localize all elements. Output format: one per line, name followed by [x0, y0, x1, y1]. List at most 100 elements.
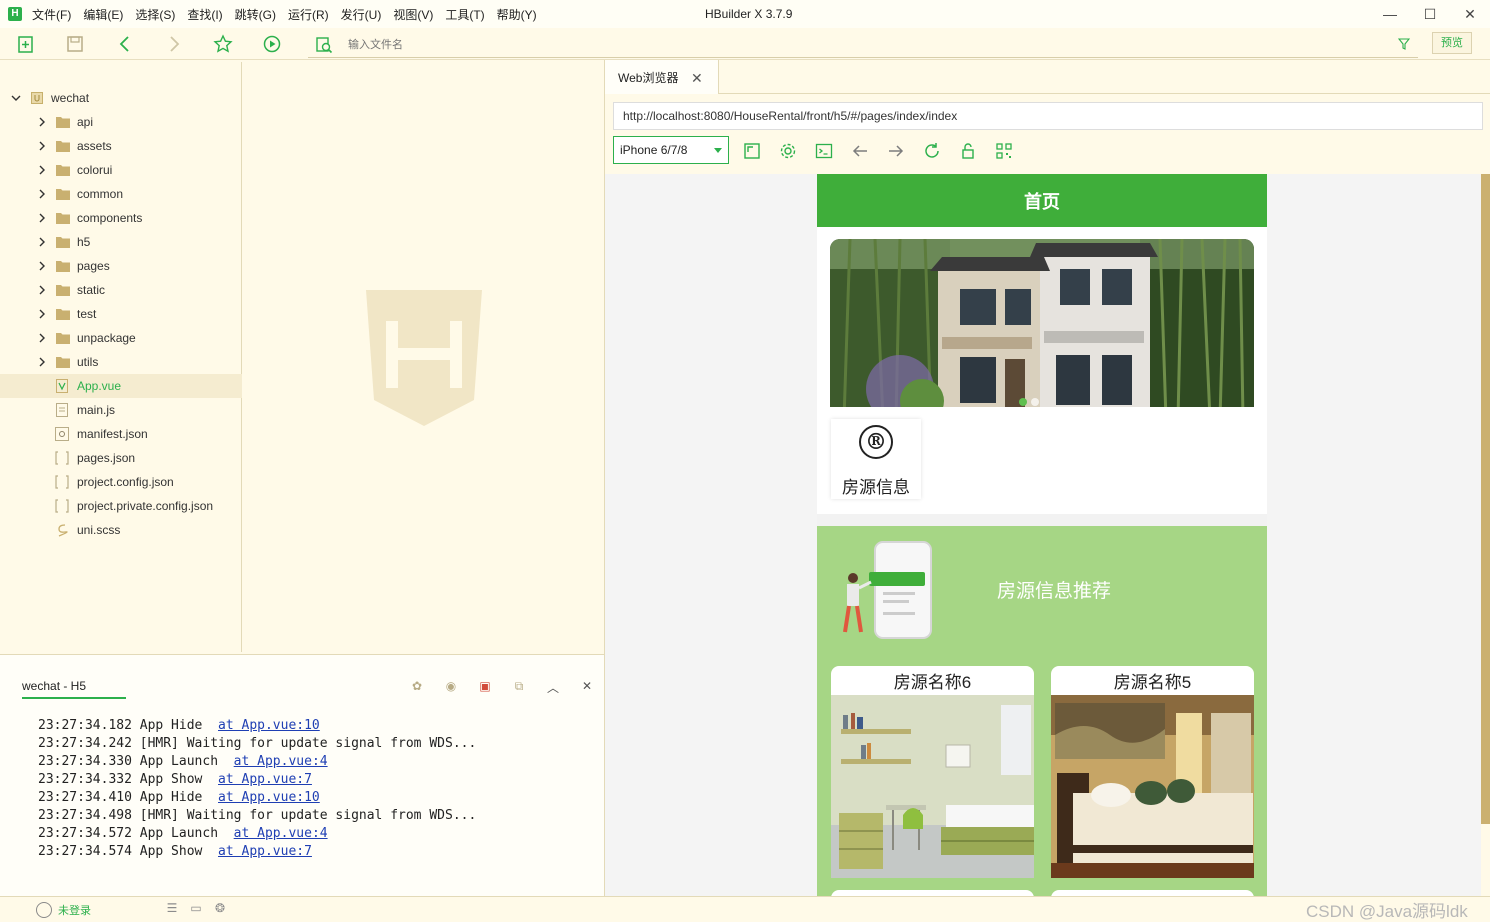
open-external-icon[interactable]: ⧉	[502, 679, 536, 696]
tree-root-wechat[interactable]: wechat	[0, 86, 242, 110]
folder-icon	[56, 357, 70, 368]
tree-item-label: pages	[77, 259, 110, 273]
tree-item-h5[interactable]: h5	[0, 230, 242, 254]
chevron-right-icon[interactable]	[37, 213, 47, 223]
console-tab[interactable]: wechat - H5	[22, 679, 126, 699]
tree-item-pages[interactable]: pages	[0, 254, 242, 278]
menu-view[interactable]: 视图(V)	[393, 6, 433, 23]
device-select[interactable]: iPhone 6/7/8	[613, 136, 729, 164]
house-card[interactable]: 房源名称5	[1051, 666, 1254, 878]
tree-item-unpackage[interactable]: unpackage	[0, 326, 242, 350]
source-link[interactable]: at App.vue:10	[218, 790, 320, 805]
qr-code-icon[interactable]	[995, 142, 1013, 160]
chevron-right-icon[interactable]	[37, 285, 47, 295]
menu-select[interactable]: 选择(S)	[135, 6, 175, 23]
banner-carousel[interactable]	[830, 239, 1254, 419]
chevron-down-icon[interactable]	[11, 93, 21, 103]
tree-item-utils[interactable]: utils	[0, 350, 242, 374]
chevron-right-icon[interactable]	[37, 141, 47, 151]
lock-icon[interactable]	[959, 142, 977, 160]
restart-icon[interactable]: ◉	[434, 679, 468, 696]
chevron-right-icon[interactable]	[37, 237, 47, 247]
tree-item-colorui[interactable]: colorui	[0, 158, 242, 182]
viewport-scrollbar[interactable]	[1481, 174, 1490, 824]
tree-item-project-private-config-json[interactable]: project.private.config.json	[0, 494, 242, 518]
tree-item-manifest-json[interactable]: manifest.json	[0, 422, 242, 446]
device-select-value: iPhone 6/7/8	[620, 143, 688, 157]
house-card[interactable]: 房源名称6	[831, 666, 1034, 878]
tree-item-common[interactable]: common	[0, 182, 242, 206]
tree-item-assets[interactable]: assets	[0, 134, 242, 158]
tree-item-api[interactable]: api	[0, 110, 242, 134]
tree-item-pages-json[interactable]: pages.json	[0, 446, 242, 470]
chevron-right-icon[interactable]	[37, 117, 47, 127]
star-icon[interactable]	[213, 34, 233, 54]
filter-icon[interactable]	[1398, 38, 1410, 50]
log-time: 23:27:34.330	[38, 754, 132, 769]
collapse-up-icon[interactable]: ︿	[536, 679, 570, 696]
terminal-icon[interactable]: ▭	[184, 901, 208, 915]
tree-item-uni-scss[interactable]: uni.scss	[0, 518, 242, 542]
menu-goto[interactable]: 跳转(G)	[235, 6, 276, 23]
refresh-icon[interactable]	[923, 142, 941, 160]
tree-item-app-vue[interactable]: App.vue	[0, 374, 242, 398]
chevron-right-icon[interactable]	[37, 165, 47, 175]
source-link[interactable]: at App.vue:7	[218, 844, 312, 859]
maximize-button[interactable]: ☐	[1410, 0, 1450, 28]
menu-edit[interactable]: 编辑(E)	[83, 6, 123, 23]
clear-console-icon[interactable]: ✕	[570, 679, 604, 696]
settings-gear-icon[interactable]	[779, 142, 797, 160]
category-house-info[interactable]: ® 房源信息	[831, 419, 921, 499]
json-file-icon	[55, 451, 69, 465]
tree-item-test[interactable]: test	[0, 302, 242, 326]
chevron-right-icon[interactable]	[37, 357, 47, 367]
log-text: App Hide	[131, 718, 219, 733]
rotate-screen-icon[interactable]	[743, 142, 761, 160]
chevron-right-icon[interactable]	[37, 189, 47, 199]
folder-icon	[56, 141, 70, 152]
outline-icon[interactable]: ☰	[160, 901, 184, 915]
debug-icon[interactable]: ✿	[400, 679, 434, 696]
menu-run[interactable]: 运行(R)	[288, 6, 329, 23]
new-file-icon[interactable]	[16, 34, 36, 54]
close-tab-icon[interactable]: ✕	[691, 70, 703, 87]
tree-item-static[interactable]: static	[0, 278, 242, 302]
preview-button[interactable]: 预览	[1432, 32, 1472, 54]
menu-help[interactable]: 帮助(Y)	[497, 6, 537, 23]
house-name: 房源名称6	[893, 673, 972, 692]
chevron-right-icon[interactable]	[37, 261, 47, 271]
menu-find[interactable]: 查找(I)	[187, 6, 222, 23]
source-link[interactable]: at App.vue:7	[218, 772, 312, 787]
phone-illustration-icon	[843, 541, 932, 639]
source-link[interactable]: at App.vue:4	[234, 754, 328, 769]
tree-item-project-config-json[interactable]: project.config.json	[0, 470, 242, 494]
devtools-console-icon[interactable]	[815, 142, 833, 160]
minimize-button[interactable]: —	[1370, 0, 1410, 28]
source-link[interactable]: at App.vue:10	[218, 718, 320, 733]
title-bar: H 文件(F) 编辑(E) 选择(S) 查找(I) 跳转(G) 运行(R) 发行…	[0, 0, 1490, 28]
menu-tools[interactable]: 工具(T)	[445, 6, 484, 23]
source-link[interactable]: at App.vue:4	[234, 826, 328, 841]
save-icon[interactable]	[65, 34, 85, 54]
back-icon[interactable]	[115, 34, 135, 54]
forward-icon[interactable]	[164, 34, 184, 54]
run-icon[interactable]	[262, 34, 282, 54]
close-window-button[interactable]: ✕	[1450, 0, 1490, 28]
menu-publish[interactable]: 发行(U)	[341, 6, 382, 23]
stop-icon[interactable]: ▣	[468, 679, 502, 696]
plugin-icon[interactable]: ❂	[208, 901, 232, 915]
tree-item-main-js[interactable]: main.js	[0, 398, 242, 422]
browser-tab[interactable]: Web浏览器 ✕	[605, 60, 719, 94]
login-status[interactable]: 未登录	[36, 902, 91, 918]
menu-file[interactable]: 文件(F)	[32, 6, 71, 23]
url-input[interactable]	[614, 103, 1482, 129]
arrow-left-icon[interactable]	[851, 142, 869, 160]
file-search-input[interactable]	[348, 36, 1248, 54]
chevron-right-icon[interactable]	[37, 309, 47, 319]
project-icon	[31, 92, 43, 104]
tree-item-label: common	[77, 187, 124, 201]
console-line: 23:27:34.574 App Show at App.vue:7	[38, 843, 476, 861]
arrow-right-icon[interactable]	[887, 142, 905, 160]
tree-item-components[interactable]: components	[0, 206, 242, 230]
chevron-right-icon[interactable]	[37, 333, 47, 343]
